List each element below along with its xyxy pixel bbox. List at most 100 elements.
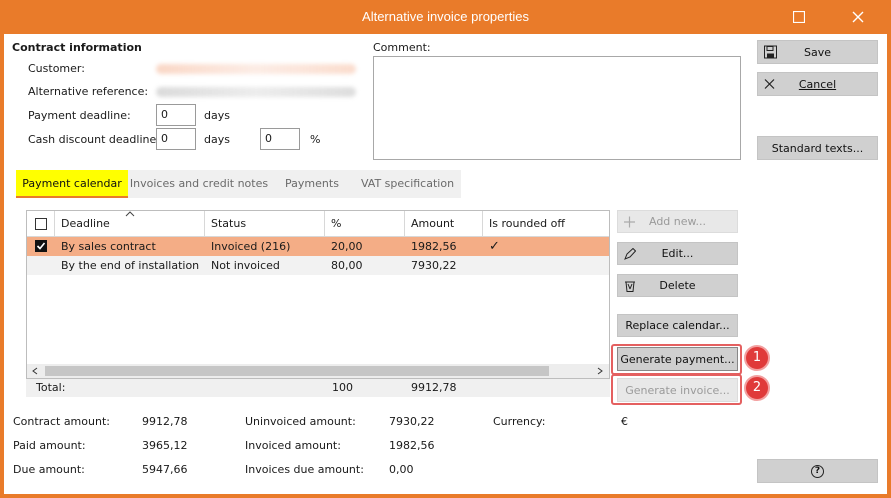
due-amount-value: 5947,66 — [142, 463, 188, 476]
cell-deadline: By the end of installation — [61, 259, 200, 272]
plus-icon — [624, 216, 635, 227]
cell-status: Not invoiced — [211, 259, 280, 272]
payment-deadline-input[interactable]: 0 — [156, 104, 196, 126]
payment-deadline-unit: days — [204, 109, 230, 122]
total-amount: 9912,78 — [411, 381, 457, 394]
edit-label: Edit... — [661, 247, 694, 260]
generate-payment-label: Generate payment... — [620, 352, 735, 366]
scrollbar-thumb[interactable] — [45, 366, 549, 376]
close-icon — [852, 11, 864, 23]
due-amount-label: Due amount: — [13, 463, 85, 476]
currency-value: € — [621, 415, 628, 428]
invoiced-amount-value: 1982,56 — [389, 439, 435, 452]
cancel-button[interactable]: Cancel — [757, 72, 878, 96]
payment-calendar-table: Deadline Status % Amount Is rounded off … — [26, 210, 610, 379]
scroll-left-icon[interactable] — [32, 367, 38, 375]
payment-deadline-label: Payment deadline: — [28, 109, 131, 122]
scroll-right-icon[interactable] — [597, 367, 603, 375]
total-label: Total: — [36, 381, 66, 394]
help-icon: ? — [811, 464, 824, 478]
contract-amount-value: 9912,78 — [142, 415, 188, 428]
column-header-status[interactable]: Status — [205, 211, 325, 237]
floppy-disk-icon — [764, 45, 777, 59]
alt-reference-value-redacted — [156, 87, 356, 97]
row-checkbox[interactable] — [35, 240, 47, 252]
sort-ascending-icon — [125, 211, 135, 217]
cash-discount-label: Cash discount deadline: — [28, 133, 160, 146]
column-header-amount[interactable]: Amount — [405, 211, 483, 237]
x-icon — [764, 79, 775, 90]
customer-label: Customer: — [28, 62, 85, 75]
close-window-button[interactable] — [847, 6, 869, 28]
contract-section-title: Contract information — [12, 41, 142, 54]
invoiced-amount-label: Invoiced amount: — [245, 439, 341, 452]
cash-discount-days-input[interactable]: 0 — [156, 128, 196, 150]
cash-discount-percent-unit: % — [310, 133, 321, 146]
help-button[interactable]: ? — [757, 459, 878, 483]
edit-button[interactable]: Edit... — [617, 242, 738, 265]
add-new-label: Add new... — [648, 215, 706, 228]
column-header-percent[interactable]: % — [325, 211, 405, 237]
invoices-due-amount-value: 0,00 — [389, 463, 414, 476]
dialog-body: Contract information Customer: Alternati… — [4, 34, 887, 494]
delete-label: Delete — [659, 279, 696, 292]
cash-discount-percent-input[interactable]: 0 — [260, 128, 300, 150]
table-row[interactable]: By the end of installation Not invoiced … — [27, 256, 609, 275]
checkmark-icon — [36, 242, 46, 250]
tab-vat-specification[interactable]: VAT specification — [354, 170, 461, 198]
standard-texts-button[interactable]: Standard texts... — [757, 136, 878, 160]
add-new-button[interactable]: Add new... — [617, 210, 738, 233]
maximize-button[interactable] — [788, 6, 810, 28]
cell-rounded-check — [483, 256, 489, 275]
cash-discount-days-unit: days — [204, 133, 230, 146]
window-title: Alternative invoice properties — [362, 9, 529, 24]
cell-amount: 1982,56 — [411, 240, 457, 253]
pencil-icon — [624, 247, 636, 260]
tab-payments[interactable]: Payments — [270, 170, 354, 198]
cell-rounded-check: ✓ — [489, 239, 500, 254]
paid-amount-value: 3965,12 — [142, 439, 188, 452]
cell-percent: 20,00 — [331, 240, 363, 253]
totals-row: Total: 100 9912,78 — [26, 379, 610, 397]
title-bar: Alternative invoice properties — [0, 0, 891, 34]
generate-invoice-button[interactable]: Generate invoice... — [617, 378, 738, 402]
table-row[interactable]: By sales contract Invoiced (216) 20,00 1… — [27, 237, 609, 256]
alt-reference-label: Alternative reference: — [28, 85, 149, 98]
tab-invoices-credit-notes[interactable]: Invoices and credit notes — [128, 170, 270, 198]
contract-amount-label: Contract amount: — [13, 415, 110, 428]
step-badge-1: 1 — [744, 345, 770, 371]
cancel-label: Cancel — [798, 77, 837, 91]
uninvoiced-amount-label: Uninvoiced amount: — [245, 415, 356, 428]
maximize-icon — [793, 11, 805, 23]
save-label: Save — [803, 45, 831, 59]
replace-calendar-button[interactable]: Replace calendar... — [617, 314, 738, 337]
save-button[interactable]: Save — [757, 40, 878, 64]
cell-deadline: By sales contract — [61, 240, 156, 253]
dialog-window: Alternative invoice properties Contract … — [0, 0, 891, 498]
select-all-checkbox[interactable] — [35, 218, 47, 230]
generate-payment-button[interactable]: Generate payment... — [617, 347, 738, 371]
horizontal-scrollbar[interactable] — [27, 364, 609, 378]
tab-bar: Payment calendar Invoices and credit not… — [16, 170, 461, 198]
cell-amount: 7930,22 — [411, 259, 457, 272]
column-header-rounded[interactable]: Is rounded off — [483, 211, 609, 237]
header-select-all-cell — [27, 211, 55, 237]
cell-status: Invoiced (216) — [211, 240, 291, 253]
replace-calendar-label: Replace calendar... — [625, 319, 730, 332]
delete-button[interactable]: Delete — [617, 274, 738, 297]
table-header: Deadline Status % Amount Is rounded off — [27, 211, 609, 237]
comment-label: Comment: — [373, 41, 431, 54]
tab-payment-calendar[interactable]: Payment calendar — [16, 170, 128, 198]
invoices-due-amount-label: Invoices due amount: — [245, 463, 364, 476]
currency-label: Currency: — [493, 415, 546, 428]
total-percent: 100 — [332, 381, 353, 394]
cell-percent: 80,00 — [331, 259, 363, 272]
customer-value-redacted — [156, 64, 356, 74]
trash-icon — [624, 280, 636, 292]
comment-textarea[interactable] — [373, 56, 741, 160]
generate-invoice-label: Generate invoice... — [625, 383, 730, 397]
step-badge-2: 2 — [744, 375, 770, 401]
uninvoiced-amount-value: 7930,22 — [389, 415, 435, 428]
standard-texts-label: Standard texts... — [771, 141, 864, 155]
paid-amount-label: Paid amount: — [13, 439, 86, 452]
